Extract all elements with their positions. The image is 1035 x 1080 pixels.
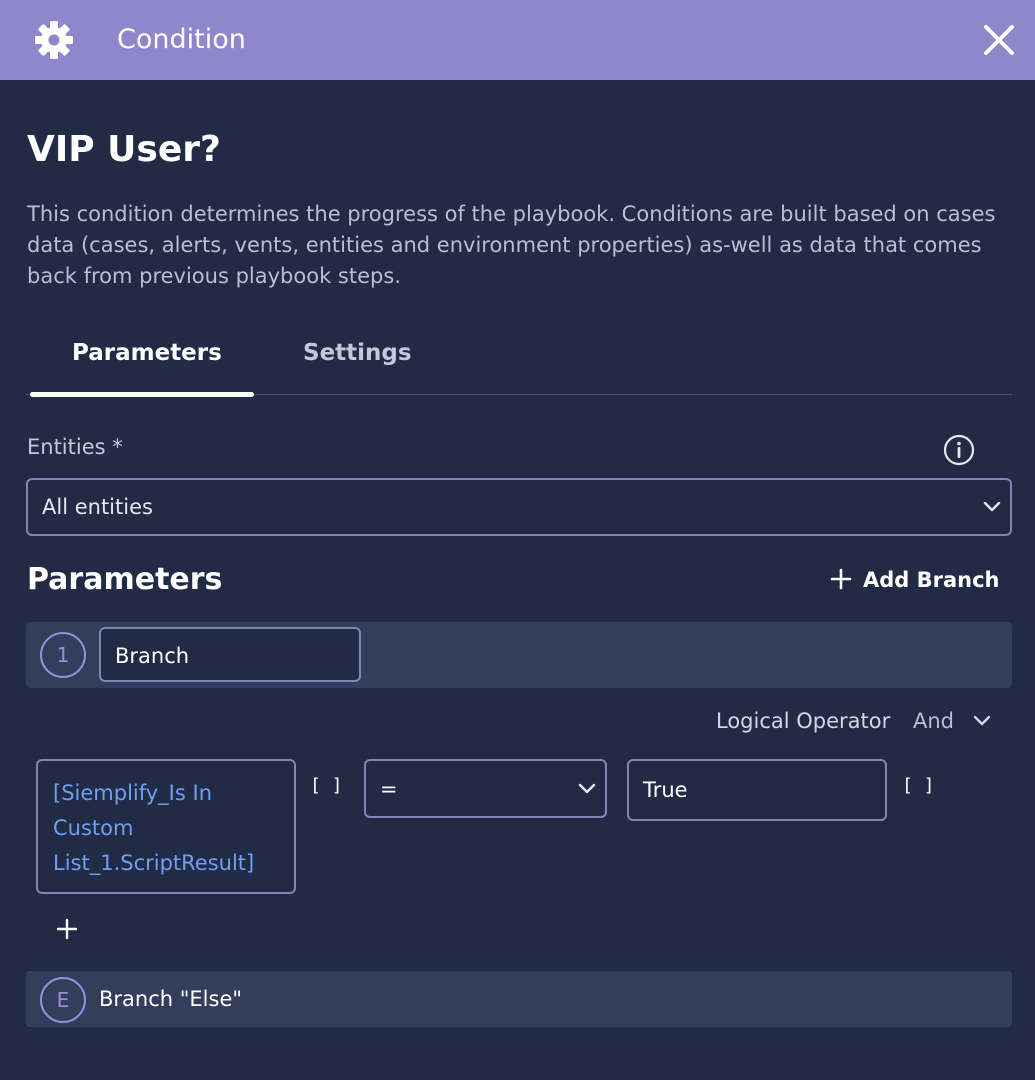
plus-icon xyxy=(830,568,852,590)
active-tab-indicator xyxy=(30,392,254,397)
tab-settings[interactable]: Settings xyxy=(303,336,412,370)
branch-name-input[interactable]: Branch xyxy=(99,627,361,682)
logical-operator-label: Logical Operator xyxy=(716,709,891,733)
info-icon[interactable] xyxy=(943,434,975,466)
dialog-title: Condition xyxy=(117,24,246,55)
left-bracket-button[interactable]: [ ] xyxy=(310,774,343,798)
add-condition-icon[interactable] xyxy=(56,918,78,940)
entities-select[interactable]: All entities xyxy=(26,478,1012,536)
condition-right-operand-value: True xyxy=(643,778,688,802)
else-branch-badge: E xyxy=(40,977,86,1023)
condition-operator-select[interactable]: = xyxy=(364,759,607,818)
condition-right-operand[interactable]: True xyxy=(627,759,887,821)
condition-left-operand[interactable]: [Siemplify_Is In Custom List_1.ScriptRes… xyxy=(36,759,296,894)
page-title: VIP User? xyxy=(27,129,221,170)
entities-selected-value: All entities xyxy=(42,495,153,519)
chevron-down-icon xyxy=(578,783,596,794)
logical-operator-value: And xyxy=(913,709,955,733)
parameters-section-title: Parameters xyxy=(27,562,223,597)
tab-parameters[interactable]: Parameters xyxy=(72,336,222,370)
gear-icon xyxy=(35,21,73,59)
close-icon[interactable] xyxy=(980,21,1018,59)
else-branch-row[interactable]: E Branch "Else" xyxy=(26,971,1012,1027)
right-bracket-button[interactable]: [ ] xyxy=(902,774,935,798)
condition-left-operand-value: [Siemplify_Is In Custom List_1.ScriptRes… xyxy=(53,781,255,875)
condition-description: This condition determines the progress o… xyxy=(27,202,996,288)
else-branch-label: Branch "Else" xyxy=(99,987,243,1011)
branch-name-value: Branch xyxy=(115,644,190,668)
dialog-header: Condition xyxy=(0,0,1035,80)
chevron-down-icon xyxy=(983,501,1001,512)
entities-label: Entities * xyxy=(27,435,123,459)
condition-operator-value: = xyxy=(380,777,398,801)
logical-operator-select[interactable]: And xyxy=(905,700,1000,742)
branch-row: 1 Branch xyxy=(26,622,1012,688)
branch-number-badge: 1 xyxy=(40,632,86,678)
chevron-down-icon xyxy=(973,715,991,726)
add-branch-label: Add Branch xyxy=(863,568,1000,592)
